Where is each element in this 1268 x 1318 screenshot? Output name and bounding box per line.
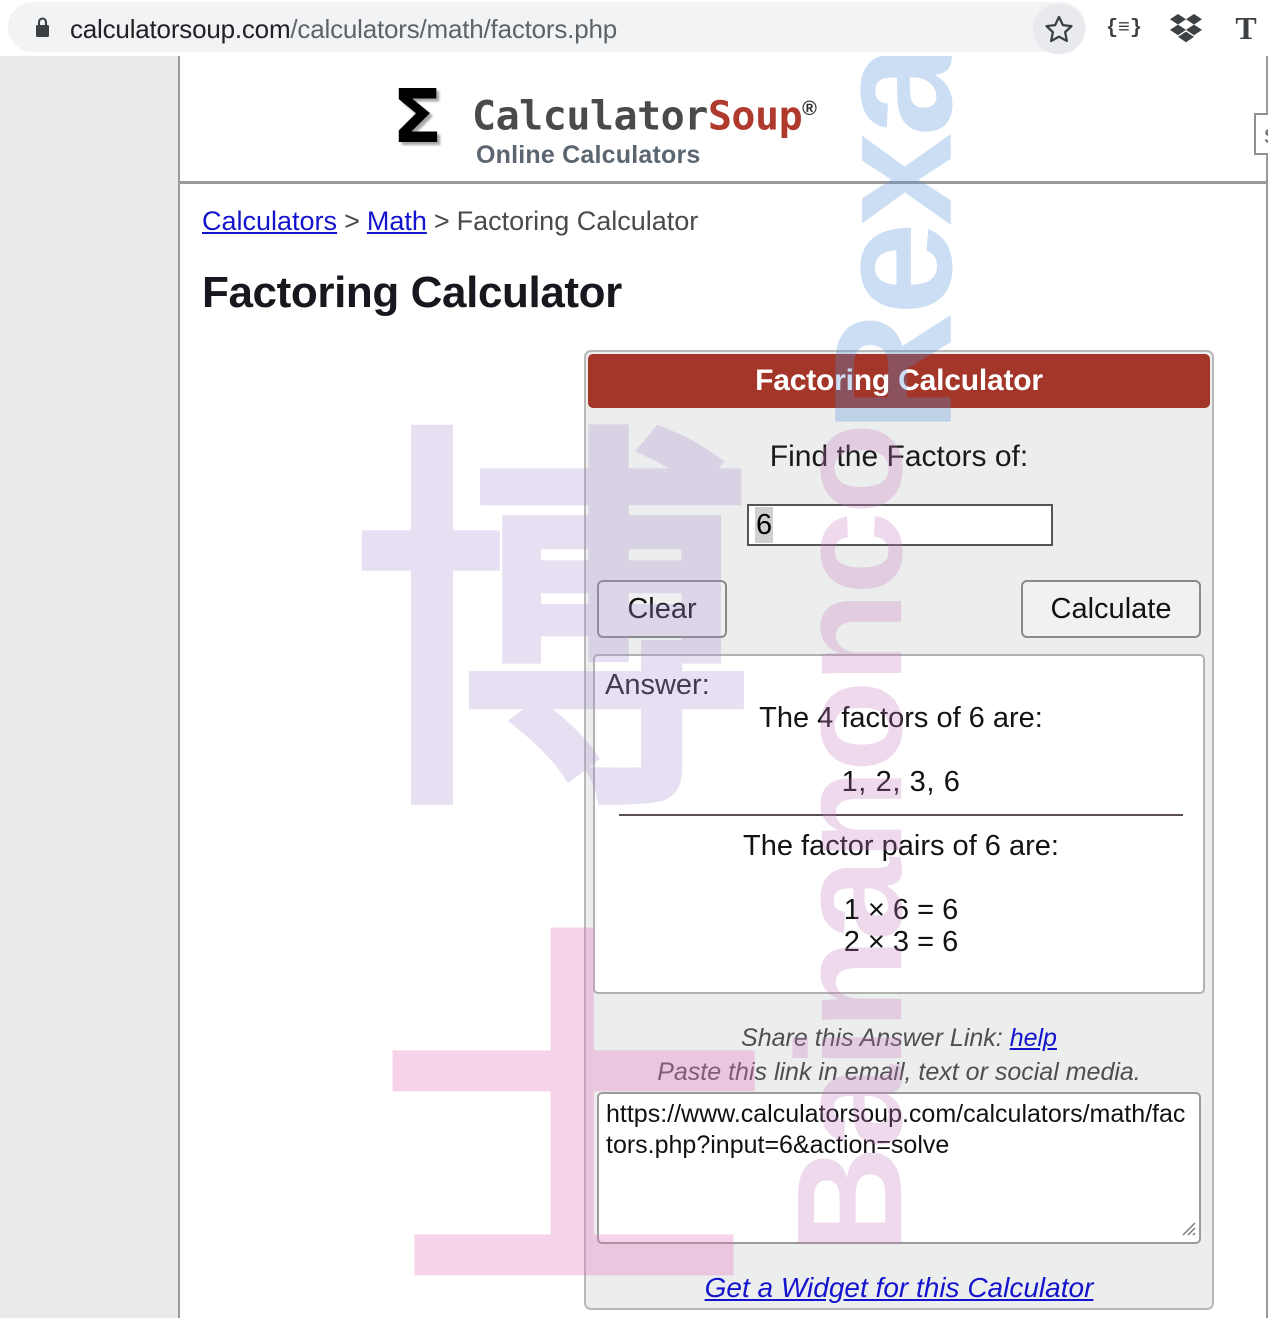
breadcrumb-link-calculators[interactable]: Calculators (202, 206, 337, 236)
factors-heading: The 4 factors of 6 are: (759, 702, 1043, 734)
json-formatter-icon[interactable]: {≡} (1106, 10, 1142, 46)
site-tagline: Online Calculators (476, 141, 701, 169)
address-bar[interactable]: calculatorsoup.com/calculators/math/fact… (8, 2, 1086, 54)
clear-button[interactable]: Clear (597, 580, 727, 638)
number-input-value: 6 (755, 507, 774, 543)
star-icon[interactable] (1044, 14, 1074, 44)
answer-box: Answer: The 4 factors of 6 are: 1, 2, 3,… (593, 654, 1205, 994)
page-title: Factoring Calculator (202, 268, 622, 317)
share-instruction: Paste this link in email, text or social… (657, 1058, 1141, 1086)
url-path: /calculators/math/factors.php (290, 14, 617, 44)
calculator-header-title: Factoring Calculator (755, 364, 1043, 397)
factors-list: 1, 2, 3, 6 (841, 766, 961, 798)
page-root: Σ CalculatorSoup® Online Calculators Cal… (0, 0, 1268, 1318)
factor-pair-1: 1 × 6 = 6 (843, 894, 959, 926)
browser-toolbar: calculatorsoup.com/calculators/math/fact… (0, 0, 1268, 56)
factoring-calculator-panel: Factoring Calculator Find the Factors of… (584, 350, 1214, 1310)
url-text: calculatorsoup.com/calculators/math/fact… (70, 12, 617, 46)
answer-label: Answer: (605, 669, 710, 701)
answer-divider (619, 814, 1183, 816)
calculate-button[interactable]: Calculate (1021, 580, 1201, 638)
share-help-link[interactable]: help (1010, 1024, 1057, 1052)
site-search-box[interactable] (1254, 113, 1268, 155)
find-factors-prompt: Find the Factors of: (769, 440, 1029, 473)
dropbox-icon[interactable] (1168, 10, 1204, 46)
breadcrumb-separator-2: > (433, 206, 450, 236)
text-tool-icon[interactable]: T (1228, 10, 1264, 46)
get-widget-link[interactable]: Get a Widget for this Calculator (586, 1272, 1212, 1304)
sigma-logo-icon: Σ (392, 74, 443, 160)
registered-trademark-icon: ® (802, 98, 817, 120)
url-domain: calculatorsoup.com (70, 14, 291, 44)
breadcrumb-separator-1: > (344, 206, 360, 236)
lock-icon (36, 17, 49, 37)
logo-soup-text: Soup (707, 93, 803, 140)
factor-pairs-heading: The factor pairs of 6 are: (743, 830, 1059, 862)
breadcrumb: Calculators > Math > Factoring Calculator (202, 204, 698, 238)
logo-calculator-text: Calculator (472, 93, 708, 140)
share-answer-line: Share this Answer Link: help (586, 1024, 1212, 1053)
search-input[interactable] (1256, 115, 1268, 153)
breadcrumb-link-math[interactable]: Math (367, 206, 427, 236)
number-input-field[interactable]: 6 (747, 504, 1053, 546)
calculator-header: Factoring Calculator (588, 354, 1210, 408)
site-masthead: Σ CalculatorSoup® Online Calculators (180, 62, 1268, 184)
breadcrumb-current: Factoring Calculator (456, 206, 699, 236)
share-answer-prefix: Share this Answer Link: (741, 1024, 1003, 1052)
factor-pair-2: 2 × 3 = 6 (843, 926, 959, 958)
site-logo-wordmark[interactable]: CalculatorSoup® (472, 86, 817, 140)
share-link-textarea[interactable] (597, 1092, 1201, 1244)
